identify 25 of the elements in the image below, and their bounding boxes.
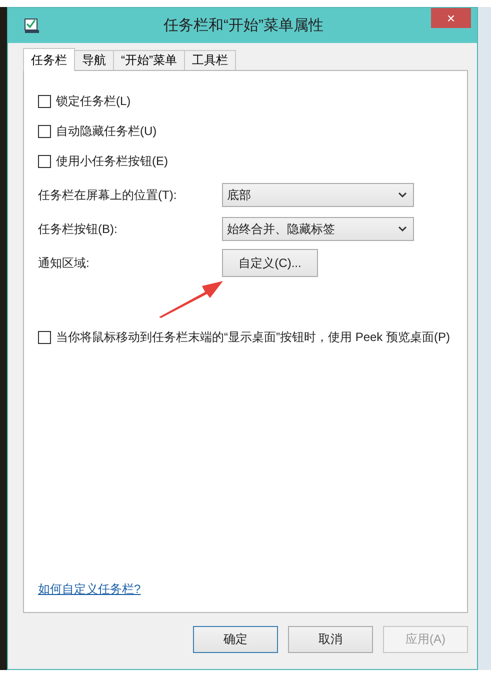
chevron-down-icon (398, 192, 407, 198)
checkbox[interactable] (38, 124, 51, 138)
dialog-button[interactable]: 确定 (193, 626, 278, 653)
tab[interactable]: 工具栏 (184, 50, 236, 70)
checkbox-label: 自动隐藏任务栏(U) (56, 123, 157, 139)
checkbox[interactable] (38, 330, 51, 344)
help-link[interactable]: 如何自定义任务栏? (38, 581, 141, 598)
checkbox-label: 当你将鼠标移动到任务栏末端的“显示桌面”按钮时，使用 Peek 预览桌面(P) (56, 329, 450, 345)
window-title: 任务栏和“开始”菜单属性 (162, 16, 324, 35)
checkbox[interactable] (38, 154, 51, 168)
arrow-annotation (157, 279, 225, 319)
setting-label: 任务栏按钮(B): (38, 220, 118, 238)
setting-label: 任务栏在屏幕上的位置(T): (38, 186, 178, 204)
tab[interactable]: 任务栏 (23, 48, 75, 71)
dropdown[interactable]: 底部 (222, 183, 414, 207)
chevron-down-icon (398, 226, 407, 232)
checkbox-label: 锁定任务栏(L) (56, 93, 131, 109)
dropdown[interactable]: 始终合并、隐藏标签 (222, 217, 414, 241)
customize-button[interactable]: 自定义(C)... (222, 249, 318, 277)
close-button[interactable]: × (431, 8, 471, 28)
checkbox-label: 使用小任务栏按钮(E) (56, 153, 168, 169)
checkbox-icon (24, 18, 40, 34)
dialog-button[interactable]: 取消 (288, 626, 373, 653)
checkbox[interactable] (38, 94, 51, 108)
setting-label: 通知区域: (38, 254, 90, 272)
